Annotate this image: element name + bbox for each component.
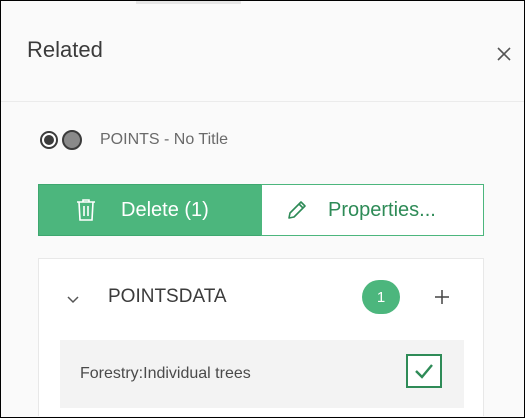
properties-button-label: Properties...: [328, 198, 436, 221]
related-record-row[interactable]: Forestry:Individual trees: [60, 340, 464, 408]
delete-button[interactable]: Delete (1): [38, 184, 262, 236]
pencil-icon: [288, 201, 306, 219]
properties-button[interactable]: Properties...: [261, 184, 484, 236]
checkmark-icon: [415, 364, 433, 379]
chevron-down-icon[interactable]: [66, 292, 80, 306]
record-checkbox[interactable]: [406, 354, 442, 388]
related-record-label: Forestry:Individual trees: [80, 365, 251, 382]
radio-selected-icon[interactable]: [40, 131, 58, 149]
panel-header: Related: [1, 1, 524, 102]
trash-icon: [77, 199, 95, 221]
close-icon[interactable]: [495, 45, 513, 63]
related-table-title: POINTSDATA: [108, 286, 227, 307]
delete-button-label: Delete (1): [121, 198, 209, 221]
top-strip: [136, 1, 241, 4]
panel-title: Related: [27, 37, 103, 62]
layer-row[interactable]: POINTS - No Title: [40, 128, 228, 152]
record-count-badge: 1: [362, 280, 400, 314]
layer-label: POINTS - No Title: [100, 131, 229, 148]
layer-color-icon: [62, 130, 82, 150]
add-icon[interactable]: [434, 289, 450, 305]
